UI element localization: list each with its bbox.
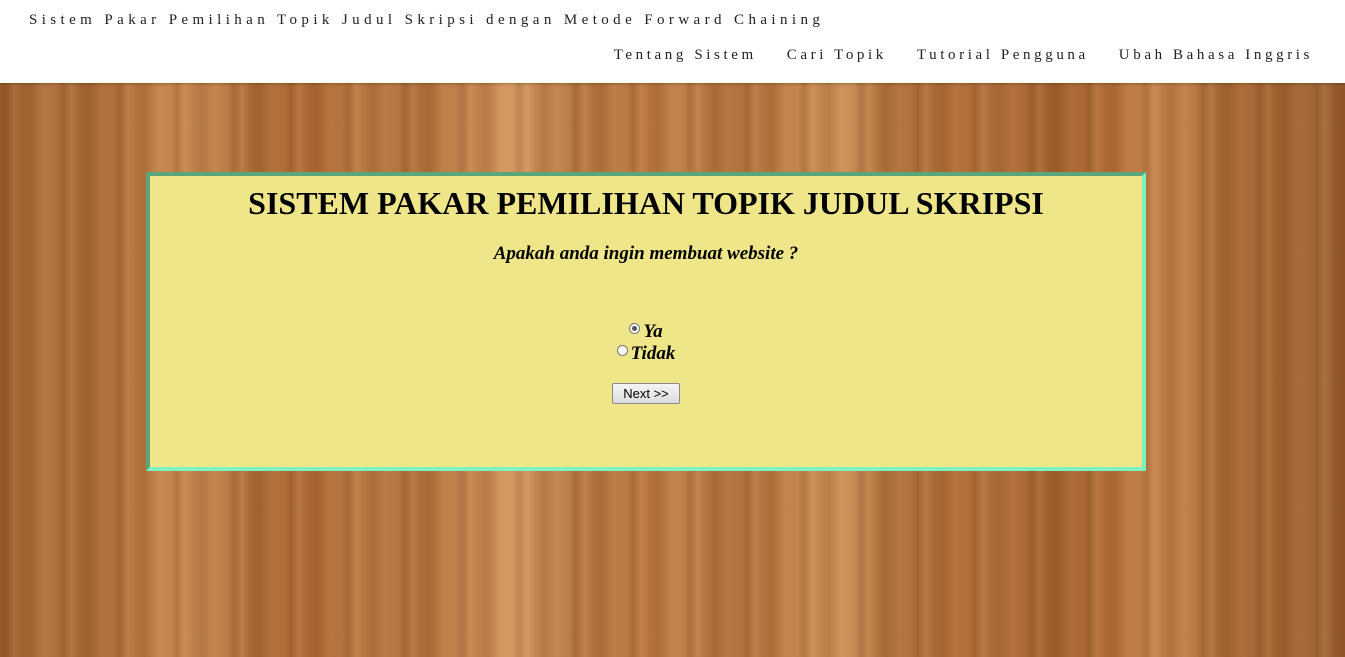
- top-navbar: Sistem Pakar Pemilihan Topik Judul Skrip…: [0, 0, 1345, 83]
- question-panel: SISTEM PAKAR PEMILIHAN TOPIK JUDUL SKRIP…: [146, 172, 1146, 471]
- option-ya[interactable]: Ya: [150, 321, 1142, 343]
- option-ya-label: Ya: [643, 321, 663, 342]
- answer-options: Ya Tidak: [150, 321, 1142, 365]
- next-button[interactable]: Next >>: [612, 383, 680, 404]
- nav-item-tutorial-pengguna[interactable]: Tutorial Pengguna: [917, 47, 1089, 64]
- option-tidak-label: Tidak: [630, 343, 676, 364]
- radio-ya[interactable]: [629, 323, 641, 334]
- nav-item-tentang-sistem[interactable]: Tentang Sistem: [614, 47, 757, 64]
- option-tidak[interactable]: Tidak: [150, 343, 1142, 365]
- nav-item-cari-topik[interactable]: Cari Topik: [787, 47, 887, 64]
- main-nav: Tentang Sistem Cari Topik Tutorial Pengg…: [584, 47, 1313, 64]
- radio-tidak[interactable]: [616, 345, 628, 356]
- panel-title: SISTEM PAKAR PEMILIHAN TOPIK JUDUL SKRIP…: [248, 185, 1044, 221]
- question-text: Apakah anda ingin membuat website ?: [493, 243, 799, 264]
- site-brand[interactable]: Sistem Pakar Pemilihan Topik Judul Skrip…: [29, 12, 824, 29]
- nav-item-ubah-bahasa[interactable]: Ubah Bahasa Inggris: [1119, 47, 1313, 64]
